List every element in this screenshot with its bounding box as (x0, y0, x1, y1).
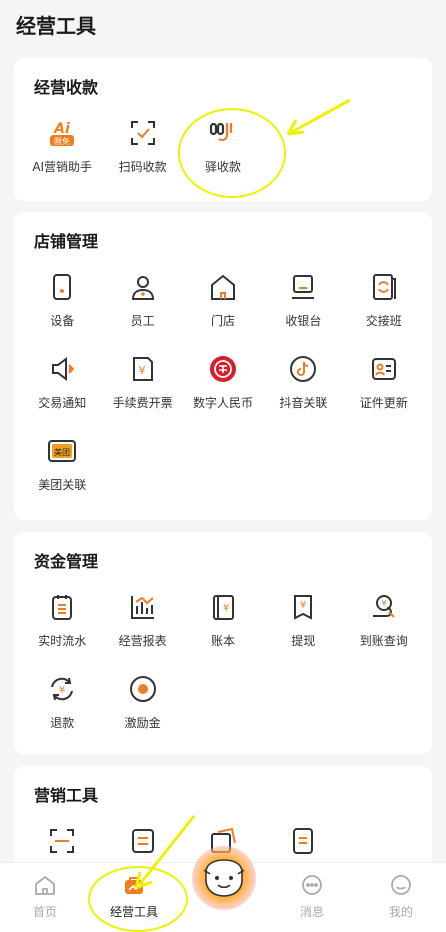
tab-label: 我的 (388, 905, 413, 919)
tool-cashier[interactable]: 收银台 (263, 268, 343, 350)
tool-trade-notice[interactable]: 交易通知 (22, 350, 102, 432)
tool-label: 账本 (210, 634, 235, 648)
tool-label: 扫码收款 (118, 160, 167, 174)
tool-meituan[interactable]: 美团 美团关联 (22, 432, 102, 514)
svg-text:¥: ¥ (59, 685, 65, 696)
tool-label: 证件更新 (359, 396, 408, 410)
speaker-icon (47, 354, 77, 384)
svg-text:Ai: Ai (53, 121, 70, 137)
tool-label: 经营报表 (118, 634, 167, 648)
id-card-icon (369, 354, 399, 384)
tool-label: 到账查询 (359, 634, 408, 648)
tool-store[interactable]: 门店 (183, 268, 263, 350)
tab-messages[interactable]: 消息 (277, 873, 347, 920)
tool-label: 交接班 (365, 314, 402, 328)
tool-label: 数字人民币 (192, 396, 253, 410)
arrival-query-icon: ¥ (369, 592, 399, 622)
tool-scan-collect[interactable]: 扫码收款 (102, 114, 182, 196)
tab-label: 消息 (299, 905, 324, 919)
svg-text:¥: ¥ (138, 364, 145, 377)
tool-label: 实时流水 (38, 634, 87, 648)
section-title: 经营收款 (34, 78, 99, 97)
tab-label: 首页 (32, 905, 57, 919)
douyin-icon (288, 354, 318, 384)
tool-report[interactable]: 经营报表 (102, 588, 182, 670)
tool-douyin[interactable]: 抖音关联 (263, 350, 343, 432)
page-title: 经营工具 (16, 14, 96, 38)
tool-live-flow[interactable]: 实时流水 (22, 588, 102, 670)
ai-icon: Ai 限免 (47, 118, 77, 148)
staff-icon (128, 272, 158, 302)
tool-label: 激励金 (124, 716, 161, 730)
tool-device[interactable]: 设备 (22, 268, 102, 350)
tool-label: 提现 (291, 634, 316, 648)
tool-label: 美团关联 (38, 478, 87, 492)
tab-profile[interactable]: 我的 (366, 873, 436, 920)
tool-ai-marketing[interactable]: Ai 限免 AI营销助手 (22, 114, 102, 196)
svg-text:¥: ¥ (223, 603, 229, 614)
tool-arrival-query[interactable]: ¥ 到账查询 (344, 588, 424, 670)
tool-label: 收银台 (285, 314, 322, 328)
tool-label: 退款 (50, 716, 75, 730)
mascot-icon (203, 859, 245, 897)
profile-icon (391, 875, 411, 895)
tool-label: 员工 (130, 314, 155, 328)
tool-label: 门店 (210, 314, 235, 328)
section-title: 店铺管理 (34, 232, 99, 251)
account-book-icon: ¥ (208, 592, 238, 622)
invoice-icon: ¥ (128, 354, 158, 384)
tool-withdraw[interactable]: ¥ 提现 (263, 588, 343, 670)
tool-label: 抖音关联 (279, 396, 328, 410)
digital-rmb-icon (208, 354, 238, 384)
device-icon (47, 272, 77, 302)
home-icon (35, 875, 55, 895)
refund-icon: ¥ (47, 674, 77, 704)
tab-home[interactable]: 首页 (10, 873, 80, 920)
tool-id-update[interactable]: 证件更新 (344, 350, 424, 432)
ledger-icon (47, 592, 77, 622)
tool-incentive[interactable]: 激励金 (102, 670, 182, 752)
tool-digital-rmb[interactable]: 数字人民币 (183, 350, 263, 432)
highlight-arrow-icon (286, 98, 351, 136)
tool-label: 设备 (50, 314, 75, 328)
highlight-circle (178, 108, 286, 198)
report-chart-icon (128, 592, 158, 622)
tool-fee-invoice[interactable]: ¥ 手续费开票 (102, 350, 182, 432)
svg-text:¥: ¥ (381, 599, 386, 608)
message-icon (302, 875, 322, 895)
section-store: 店铺管理 设备 员工 门店 收银台 交接班 交易通知 ¥ 手续费开票 数字人民币… (14, 212, 432, 520)
incentive-icon (128, 674, 158, 704)
tool-label: 手续费开票 (112, 396, 173, 410)
tool-label: AI营销助手 (32, 160, 93, 174)
scan-icon (128, 118, 158, 148)
tool-label: 交易通知 (38, 396, 87, 410)
tool-account-book[interactable]: ¥ 账本 (183, 588, 263, 670)
mascot-button[interactable] (192, 846, 256, 910)
meituan-icon: 美团 (47, 436, 77, 466)
section-title: 资金管理 (34, 552, 99, 571)
store-icon (208, 272, 238, 302)
section-title: 营销工具 (34, 786, 99, 805)
meituan-badge: 美团 (54, 447, 70, 457)
scan-frame-icon (47, 826, 77, 856)
document-icon (288, 826, 318, 856)
svg-text:¥: ¥ (300, 600, 306, 611)
cashier-icon (288, 272, 318, 302)
tool-staff[interactable]: 员工 (102, 268, 182, 350)
ai-badge: 限免 (54, 136, 70, 146)
tool-handover[interactable]: 交接班 (344, 268, 424, 350)
tool-refund[interactable]: ¥ 退款 (22, 670, 102, 752)
handover-icon (369, 272, 399, 302)
highlight-arrow-icon (134, 815, 196, 890)
withdraw-icon: ¥ (288, 592, 318, 622)
section-funds: 资金管理 实时流水 经营报表 ¥ 账本 ¥ 提现 ¥ 到账查询 ¥ 退款 激励金 (14, 532, 432, 754)
